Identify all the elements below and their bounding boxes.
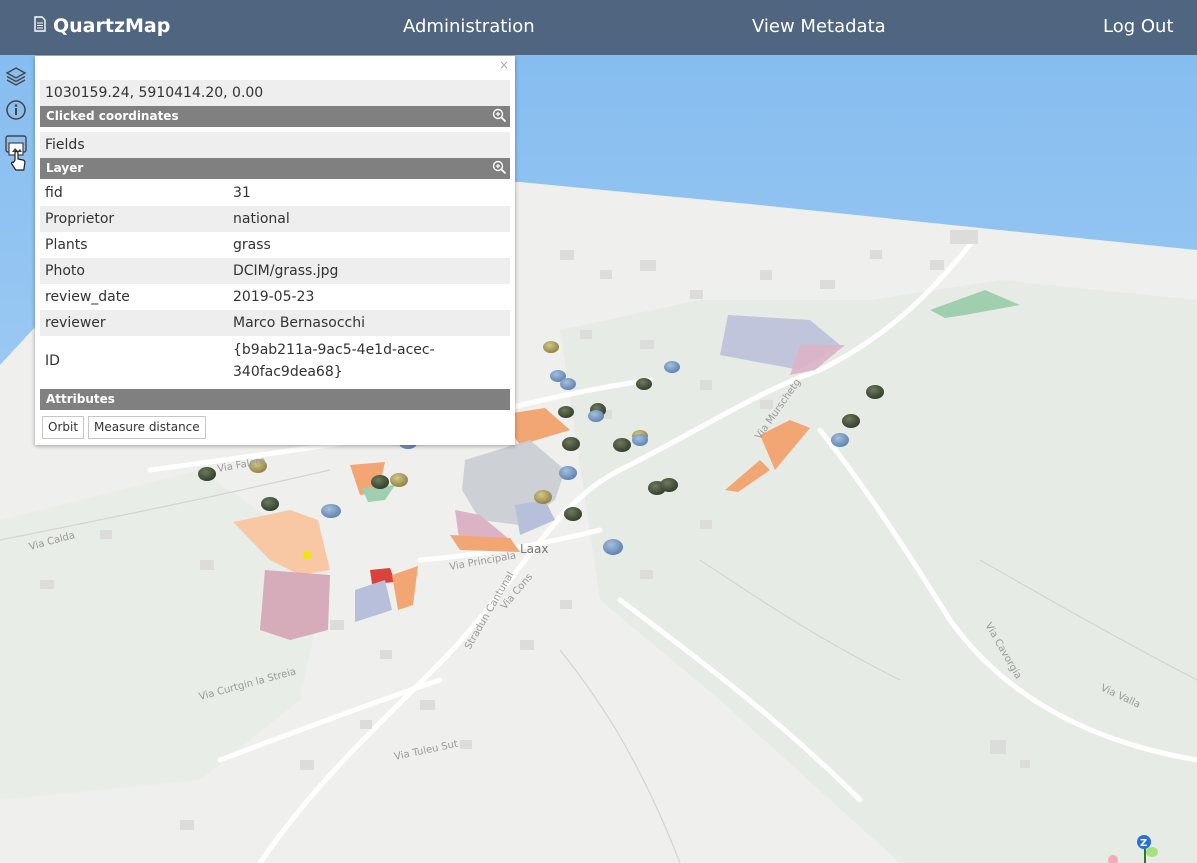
- map-label-laax: Laax: [520, 542, 549, 556]
- attribute-key: review_date: [45, 289, 130, 305]
- info-icon[interactable]: [2, 96, 30, 124]
- table-row: fid 31: [40, 180, 510, 206]
- table-row: reviewer Marco Bernasocchi: [40, 310, 510, 336]
- attributes-header: Attributes: [40, 389, 510, 410]
- table-row: Proprietor national: [40, 206, 510, 232]
- table-row: ID {b9ab211a-9ac5-4e1d-acec-340fac9dea68}: [40, 336, 510, 386]
- table-row: Plants grass: [40, 232, 510, 258]
- measure-distance-button[interactable]: Measure distance: [88, 416, 206, 439]
- attribute-value: national: [228, 206, 510, 232]
- attribute-key: Photo: [40, 258, 228, 284]
- close-icon[interactable]: ×: [499, 58, 509, 72]
- attribute-value: grass: [233, 237, 271, 253]
- top-navbar: QuartzMap Administration View Metadata L…: [0, 0, 1197, 55]
- attribute-value: {b9ab211a-9ac5-4e1d-acec-340fac9dea68}: [233, 342, 435, 380]
- left-toolbar: [0, 55, 34, 185]
- document-icon: [33, 15, 47, 37]
- layer-header: Layer: [40, 158, 510, 179]
- clicked-coordinates-value: 1030159.24, 5910414.20, 0.00: [40, 80, 510, 106]
- nav-administration[interactable]: Administration: [403, 16, 535, 37]
- svg-text:Z: Z: [1140, 838, 1147, 849]
- table-row: Photo DCIM/grass.jpg: [40, 258, 510, 284]
- attribute-key: ID: [45, 353, 60, 369]
- attribute-value: DCIM/grass.jpg: [228, 258, 510, 284]
- nav-log-out[interactable]: Log Out: [1103, 16, 1174, 37]
- attribute-key: Plants: [45, 237, 88, 253]
- fields-row: Fields: [40, 132, 510, 158]
- attributes-label: Attributes: [46, 392, 115, 406]
- layers-icon[interactable]: [2, 62, 30, 90]
- print-icon[interactable]: [2, 133, 30, 181]
- brand[interactable]: QuartzMap: [33, 15, 170, 37]
- brand-name: QuartzMap: [53, 15, 171, 37]
- zoom-in-icon[interactable]: [492, 108, 507, 123]
- nav-view-metadata[interactable]: View Metadata: [752, 16, 886, 37]
- attribute-key: fid: [45, 185, 63, 201]
- table-row: review_date 2019-05-23: [40, 284, 510, 310]
- attribute-value: 2019-05-23: [233, 289, 315, 305]
- attribute-key: reviewer: [40, 310, 228, 336]
- clicked-coordinates-header: Clicked coordinates: [40, 106, 510, 127]
- zoom-in-icon[interactable]: [492, 160, 507, 175]
- attribute-value: Marco Bernasocchi: [228, 310, 510, 336]
- clicked-coordinates-label: Clicked coordinates: [46, 109, 179, 123]
- attribute-value: 31: [233, 185, 251, 201]
- orbit-button[interactable]: Orbit: [42, 416, 85, 439]
- identify-popup: × 1030159.24, 5910414.20, 0.00 Clicked c…: [35, 56, 515, 445]
- layer-label: Layer: [46, 161, 84, 175]
- attribute-key: Proprietor: [40, 206, 228, 232]
- attribute-table: fid 31 Proprietor national Plants grass Photo D…: [40, 180, 510, 386]
